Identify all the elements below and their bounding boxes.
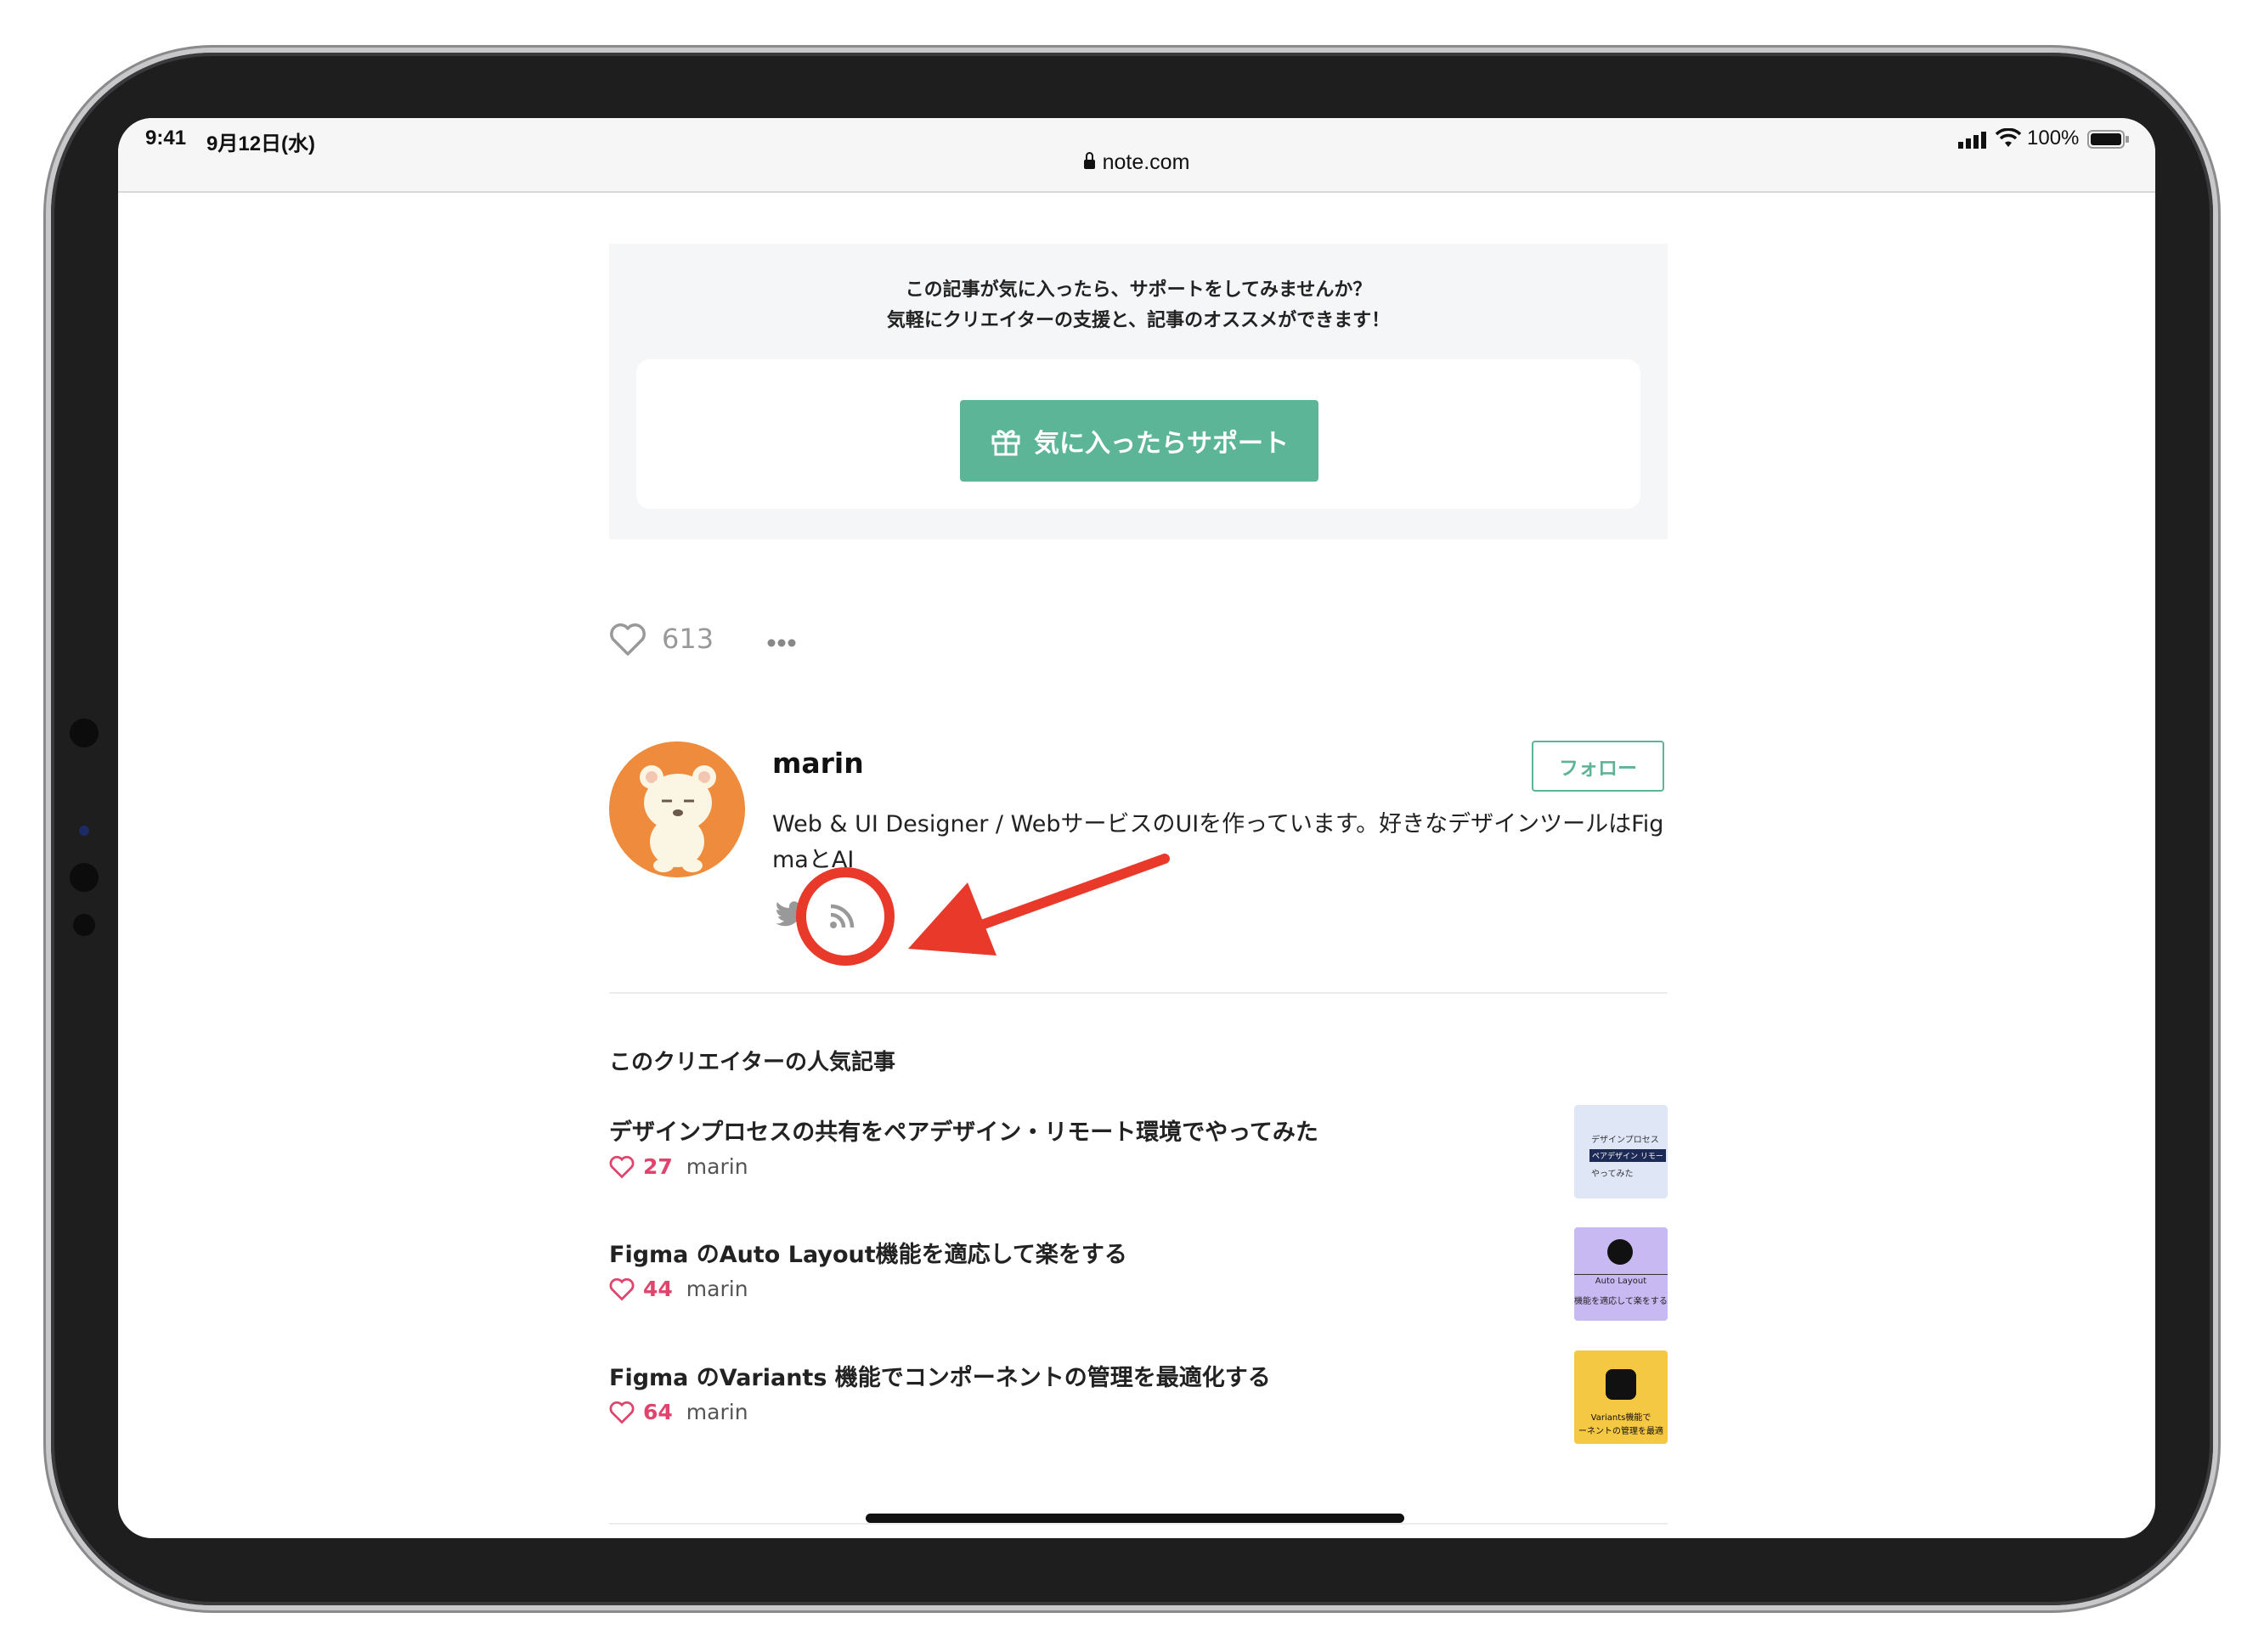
article-author: marin <box>686 1154 748 1179</box>
more-icon[interactable] <box>767 634 796 647</box>
support-message-line1: この記事が気に入ったら、サポートをしてみませんか？ <box>905 279 1372 301</box>
support-panel: この記事が気に入ったら、サポートをしてみませんか？ 気軽にクリエイターの支援と、… <box>609 244 1668 539</box>
article-author: marin <box>686 1277 748 1301</box>
article-author: marin <box>686 1400 748 1424</box>
article-thumbnail[interactable]: Variants機能で ーネントの管理を最適 <box>1574 1350 1668 1444</box>
article-title[interactable]: Figma のVariants 機能でコンポーネントの管理を最適化する <box>609 1359 1271 1392</box>
wifi-icon <box>1995 127 2022 149</box>
heart-icon <box>609 1155 635 1179</box>
thumb-text: ペアデザイン リモー <box>1589 1149 1666 1162</box>
divider <box>609 992 1668 994</box>
author-bio-line2: maとAI <box>772 847 855 873</box>
list-item[interactable]: Figma のAuto Layout機能を適応して楽をする 44 marin A… <box>609 1227 1668 1322</box>
article-title[interactable]: デザインプロセスの共有をペアデザイン・リモート環境でやってみた <box>609 1114 1318 1147</box>
device-side-control <box>70 863 99 892</box>
battery-percent: 100% <box>2027 127 2080 149</box>
browser-top-bar: 9:41 9月12日(水) 100% note.com <box>118 118 2155 193</box>
home-indicator[interactable] <box>866 1514 1404 1523</box>
device-camera <box>79 826 89 836</box>
author-bio: Web & UI Designer / WebサービスのUIを作っています。好き… <box>772 807 1673 878</box>
heart-icon <box>609 1401 635 1424</box>
support-button[interactable]: 気に入ったらサポート <box>960 400 1318 482</box>
avatar[interactable] <box>609 741 745 877</box>
follow-button[interactable]: フォロー <box>1532 741 1664 792</box>
thumb-text: Variants機能で <box>1590 1413 1651 1423</box>
article-like-count: 44 <box>643 1277 673 1301</box>
thumb-text: ーネントの管理を最適 <box>1578 1427 1663 1436</box>
article-title[interactable]: Figma のAuto Layout機能を適応して楽をする <box>609 1236 1127 1269</box>
heart-icon[interactable] <box>609 623 646 657</box>
device-side-control <box>73 914 95 936</box>
device-side-control <box>70 719 99 747</box>
article-meta: 27 marin <box>609 1154 748 1179</box>
heart-icon <box>609 1277 635 1301</box>
article-thumbnail[interactable]: Auto Layout 機能を適応して楽をする <box>1574 1227 1668 1321</box>
popular-section-title: このクリエイターの人気記事 <box>609 1050 895 1075</box>
gift-icon <box>991 430 1020 456</box>
support-message-line2: 気軽にクリエイターの支援と、記事のオススメができます！ <box>886 310 1391 331</box>
annotation-circle <box>794 865 896 967</box>
battery-icon <box>2087 130 2129 149</box>
annotation-arrow <box>908 849 1180 967</box>
article-like-count: 27 <box>643 1154 673 1179</box>
list-item[interactable]: デザインプロセスの共有をペアデザイン・リモート環境でやってみた 27 marin… <box>609 1105 1668 1200</box>
article-thumbnail[interactable]: デザインプロセス ペアデザイン リモー やってみた <box>1574 1105 1668 1198</box>
lock-icon <box>1083 152 1095 169</box>
figma-icon <box>1606 1369 1636 1400</box>
thumb-text: Auto Layout <box>1595 1277 1647 1286</box>
divider <box>609 1523 1668 1525</box>
support-card: 気に入ったらサポート <box>636 359 1640 509</box>
like-count: 613 <box>662 623 714 655</box>
thumb-rule <box>1574 1274 1668 1275</box>
thumb-text: デザインプロセス <box>1591 1136 1659 1145</box>
article-meta: 64 marin <box>609 1400 748 1424</box>
article-meta: 44 marin <box>609 1277 748 1301</box>
author-name[interactable]: marin <box>772 747 864 780</box>
screen: 9:41 9月12日(水) 100% note.com この記事が気に入ったら、… <box>118 118 2155 1538</box>
author-bio-line1: Web & UI Designer / WebサービスのUIを作っています。好き… <box>772 811 1664 837</box>
list-item[interactable]: Figma のVariants 機能でコンポーネントの管理を最適化する 64 m… <box>609 1350 1668 1446</box>
support-button-label: 気に入ったらサポート <box>1034 429 1289 459</box>
status-time: 9:41 <box>145 127 187 149</box>
thumb-text: 機能を適応して楽をする <box>1574 1297 1668 1306</box>
url-bar[interactable]: note.com <box>118 150 2155 175</box>
thumb-text: やってみた <box>1591 1170 1634 1179</box>
figma-icon <box>1607 1239 1633 1265</box>
signal-icon <box>1958 132 1987 149</box>
article-like-count: 64 <box>643 1400 673 1424</box>
url-text: note.com <box>1102 150 1190 174</box>
